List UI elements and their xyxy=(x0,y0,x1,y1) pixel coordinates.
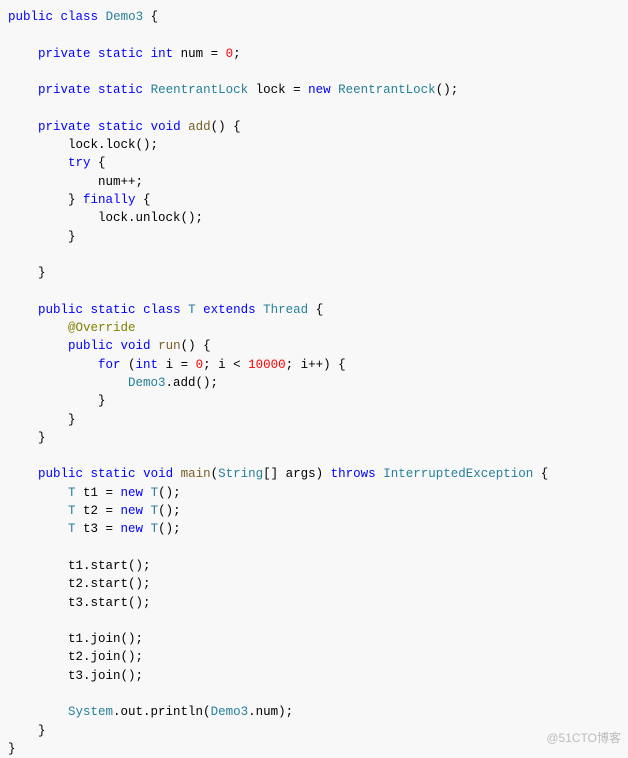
kw: static xyxy=(98,120,143,134)
txt: (); xyxy=(436,83,459,97)
num: 0 xyxy=(196,358,204,372)
cls: Demo3 xyxy=(128,376,166,390)
kw: private xyxy=(38,120,91,134)
cls: String xyxy=(218,467,263,481)
mtd: run xyxy=(158,339,181,353)
kw: throws xyxy=(331,467,376,481)
txt: (); xyxy=(158,504,181,518)
txt: t1.join(); xyxy=(8,632,143,646)
txt: t2.join(); xyxy=(8,650,143,664)
kw: new xyxy=(121,522,144,536)
annotation: @Override xyxy=(68,321,136,335)
cls: T xyxy=(68,486,76,500)
kw: finally xyxy=(83,193,136,207)
kw: public xyxy=(38,467,83,481)
mtd: add xyxy=(188,120,211,134)
kw: extends xyxy=(203,303,256,317)
txt: t2.start(); xyxy=(8,577,151,591)
cls: InterruptedException xyxy=(383,467,533,481)
kw: static xyxy=(91,303,136,317)
txt: { xyxy=(533,467,548,481)
txt: (); xyxy=(158,522,181,536)
cls: Demo3 xyxy=(106,10,144,24)
txt: } xyxy=(68,193,83,207)
txt: lock = xyxy=(248,83,308,97)
cls: T xyxy=(151,504,159,518)
txt: .out.println( xyxy=(113,705,211,719)
txt: num = xyxy=(173,47,226,61)
kw: class xyxy=(61,10,99,24)
txt: } xyxy=(8,724,46,738)
num: 10000 xyxy=(248,358,286,372)
kw: void xyxy=(121,339,151,353)
cls: T xyxy=(151,522,159,536)
txt: .num); xyxy=(248,705,293,719)
kw: void xyxy=(151,120,181,134)
kw: new xyxy=(121,504,144,518)
cls: System xyxy=(68,705,113,719)
txt: { xyxy=(308,303,323,317)
txt: } xyxy=(8,230,76,244)
kw: for xyxy=(98,358,121,372)
code-block: public class Demo3 { private static int … xyxy=(8,8,620,758)
kw: public xyxy=(8,10,53,24)
kw: static xyxy=(98,83,143,97)
txt: ; i < xyxy=(203,358,248,372)
kw: class xyxy=(143,303,181,317)
txt: { xyxy=(91,156,106,170)
txt: [] args) xyxy=(263,467,331,481)
cls: ReentrantLock xyxy=(338,83,436,97)
txt: } xyxy=(8,413,76,427)
watermark: @51CTO博客 xyxy=(546,729,621,747)
kw: public xyxy=(38,303,83,317)
txt: () { xyxy=(181,339,211,353)
txt: t2 = xyxy=(76,504,121,518)
kw: static xyxy=(98,47,143,61)
mtd: main xyxy=(181,467,211,481)
txt: t1 = xyxy=(76,486,121,500)
kw: new xyxy=(121,486,144,500)
txt: (); xyxy=(158,486,181,500)
txt: t1.start(); xyxy=(8,559,151,573)
txt: .add(); xyxy=(166,376,219,390)
kw: static xyxy=(91,467,136,481)
txt: } xyxy=(8,394,106,408)
txt: ; i++) { xyxy=(286,358,346,372)
txt: } xyxy=(8,431,46,445)
kw: new xyxy=(308,83,331,97)
txt: { xyxy=(143,10,158,24)
txt: i = xyxy=(158,358,196,372)
txt: { xyxy=(136,193,151,207)
cls: Thread xyxy=(263,303,308,317)
kw: void xyxy=(143,467,173,481)
kw: int xyxy=(151,47,174,61)
txt: () { xyxy=(211,120,241,134)
txt: num++; xyxy=(8,175,143,189)
num: 0 xyxy=(226,47,234,61)
txt: ( xyxy=(211,467,219,481)
kw: public xyxy=(68,339,113,353)
txt: lock.unlock(); xyxy=(8,211,203,225)
txt: ; xyxy=(233,47,241,61)
txt: ( xyxy=(121,358,136,372)
kw: private xyxy=(38,47,91,61)
txt: t3.start(); xyxy=(8,596,151,610)
cls: T xyxy=(68,522,76,536)
cls: T xyxy=(188,303,196,317)
txt: t3.join(); xyxy=(8,669,143,683)
cls: Demo3 xyxy=(211,705,249,719)
txt: } xyxy=(8,742,16,756)
kw: int xyxy=(136,358,159,372)
txt: } xyxy=(8,266,46,280)
cls: T xyxy=(68,504,76,518)
cls: ReentrantLock xyxy=(151,83,249,97)
txt: lock.lock(); xyxy=(8,138,158,152)
txt: t3 = xyxy=(76,522,121,536)
cls: T xyxy=(151,486,159,500)
kw: private xyxy=(38,83,91,97)
kw: try xyxy=(68,156,91,170)
